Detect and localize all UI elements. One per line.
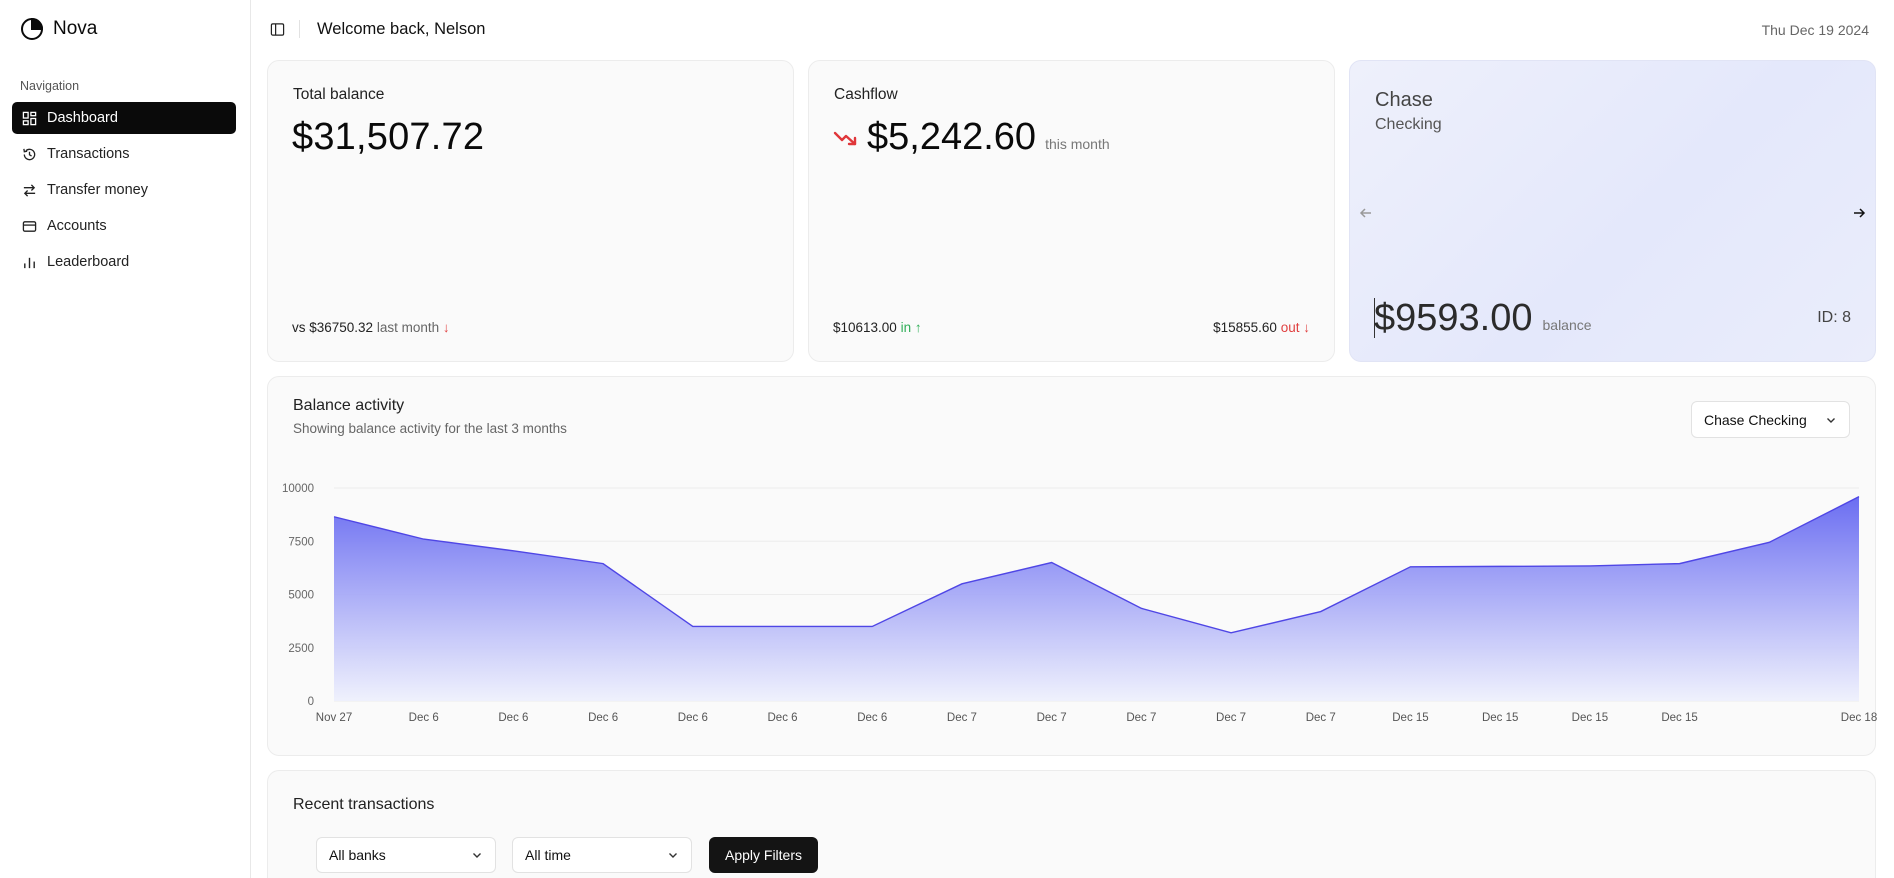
y-tick-label: 10000 <box>282 483 314 495</box>
cashflow-out: $15855.60 out ↓ <box>1213 320 1310 335</box>
sidebar-item-transactions[interactable]: Transactions <box>12 138 236 170</box>
in-amount: $10613.00 <box>833 320 897 335</box>
sidebar-item-label: Transactions <box>47 146 130 162</box>
sidebar-item-label: Dashboard <box>47 110 118 126</box>
out-label: out ↓ <box>1280 320 1310 335</box>
welcome-message: Welcome back, Nelson <box>317 20 486 38</box>
account-balance: $9593.00 balance <box>1374 297 1592 340</box>
sidebar-nav: Dashboard Transactions Transfer money Ac… <box>12 102 236 282</box>
x-tick-label: Dec 15 <box>1392 712 1428 724</box>
x-tick-label: Dec 6 <box>857 712 887 724</box>
divider <box>299 20 300 38</box>
cashflow-row: $5,242.60 this month <box>833 116 1110 159</box>
chevron-down-icon <box>669 853 677 858</box>
section-title: Recent transactions <box>293 796 435 813</box>
nav-heading: Navigation <box>20 79 80 93</box>
bank-filter-select[interactable]: All banks <box>316 837 496 873</box>
credit-card-icon <box>22 220 37 232</box>
cashflow-period: this month <box>1045 136 1110 152</box>
pie-chart-icon <box>21 17 44 40</box>
balance-comparison: vs $36750.32 last month ↓ <box>292 320 450 335</box>
x-tick-label: Dec 6 <box>498 712 528 724</box>
x-tick-label: Dec 6 <box>678 712 708 724</box>
sidebar-item-label: Transfer money <box>47 182 148 198</box>
swap-arrows-icon <box>23 183 36 197</box>
x-tick-label: Nov 27 <box>316 712 352 724</box>
x-tick-label: Dec 15 <box>1572 712 1608 724</box>
sidebar-item-label: Leaderboard <box>47 254 130 270</box>
balance-activity-card: Balance activity Showing balance activit… <box>267 376 1877 756</box>
time-filter-select[interactable]: All time <box>512 837 692 873</box>
brand-name: Nova <box>53 18 98 39</box>
in-label: in ↑ <box>900 320 922 335</box>
balance-area-chart: 0 2500 5000 7500 10000 Nov 27 Dec 6 Dec 6 Dec 6 D… <box>282 483 1877 724</box>
x-tick-label: Dec 15 <box>1661 712 1697 724</box>
bar-chart-icon <box>24 257 35 268</box>
brand[interactable]: Nova <box>20 17 97 41</box>
account-balance-value: $9593.00 <box>1374 297 1533 339</box>
x-tick-label: Dec 7 <box>1216 712 1246 724</box>
x-tick-label: Dec 6 <box>588 712 618 724</box>
account-id: ID: 8 <box>1817 309 1851 326</box>
y-tick-label: 5000 <box>288 590 314 602</box>
total-balance-card: Total balance $31,507.72 vs $36750.32 la… <box>267 60 794 362</box>
topbar: Welcome back, Nelson Thu Dec 19 2024 <box>251 0 1894 58</box>
account-carousel-card: Chase Checking $9593.00 balance ID: 8 <box>1349 60 1876 362</box>
bank-filter-value: All banks <box>329 847 386 863</box>
compare-amount: vs $36750.32 <box>292 320 374 335</box>
compare-text: last month <box>376 320 440 335</box>
sidebar-item-leaderboard[interactable]: Leaderboard <box>12 246 236 278</box>
account-balance-label: balance <box>1542 317 1592 333</box>
current-date: Thu Dec 19 2024 <box>1761 22 1869 38</box>
area-fill <box>334 496 1859 701</box>
y-tick-label: 7500 <box>288 536 314 548</box>
x-tick-label: Dec 7 <box>1037 712 1067 724</box>
x-tick-label: Dec 18 <box>1841 712 1877 724</box>
trending-down-icon <box>833 131 857 145</box>
cashflow-card: Cashflow $5,242.60 this month $10613.00 … <box>808 60 1335 362</box>
account-type: Checking <box>1375 116 1442 133</box>
sidebar-item-transfer-money[interactable]: Transfer money <box>12 174 236 206</box>
total-balance-value: $31,507.72 <box>292 116 485 158</box>
card-title: Total balance <box>293 86 385 103</box>
apply-filters-button[interactable]: Apply Filters <box>709 837 818 873</box>
grid-icon <box>22 111 37 125</box>
x-tick-label: Dec 15 <box>1482 712 1518 724</box>
history-icon <box>23 148 36 160</box>
x-tick-label: Dec 6 <box>409 712 439 724</box>
x-tick-label: Dec 6 <box>768 712 798 724</box>
sidebar-item-label: Accounts <box>47 218 107 234</box>
out-amount: $15855.60 <box>1213 320 1277 335</box>
recent-transactions-card: Recent transactions All banks All time A… <box>267 770 1876 878</box>
sidebar-item-dashboard[interactable]: Dashboard <box>12 102 236 134</box>
arrow-right-icon[interactable] <box>1851 205 1867 221</box>
cashflow-in: $10613.00 in ↑ <box>833 320 922 335</box>
trend-down-icon: ↓ <box>442 320 450 335</box>
sidebar: Nova Navigation Dashboard Transactions T… <box>0 0 251 878</box>
sidebar-item-accounts[interactable]: Accounts <box>12 210 236 242</box>
x-tick-label: Dec 7 <box>1126 712 1156 724</box>
x-tick-label: Dec 7 <box>947 712 977 724</box>
y-tick-label: 0 <box>308 696 314 708</box>
main-content: Welcome back, Nelson Thu Dec 19 2024 Tot… <box>251 0 1894 878</box>
y-tick-label: 2500 <box>288 643 314 655</box>
chevron-down-icon <box>473 853 481 858</box>
card-title: Cashflow <box>834 86 898 103</box>
x-tick-label: Dec 7 <box>1306 712 1336 724</box>
time-filter-value: All time <box>525 847 571 863</box>
sidebar-toggle-icon[interactable] <box>270 22 285 37</box>
arrow-left-icon[interactable] <box>1358 205 1374 221</box>
cashflow-value: $5,242.60 <box>867 116 1037 158</box>
bank-name: Chase <box>1375 89 1433 111</box>
